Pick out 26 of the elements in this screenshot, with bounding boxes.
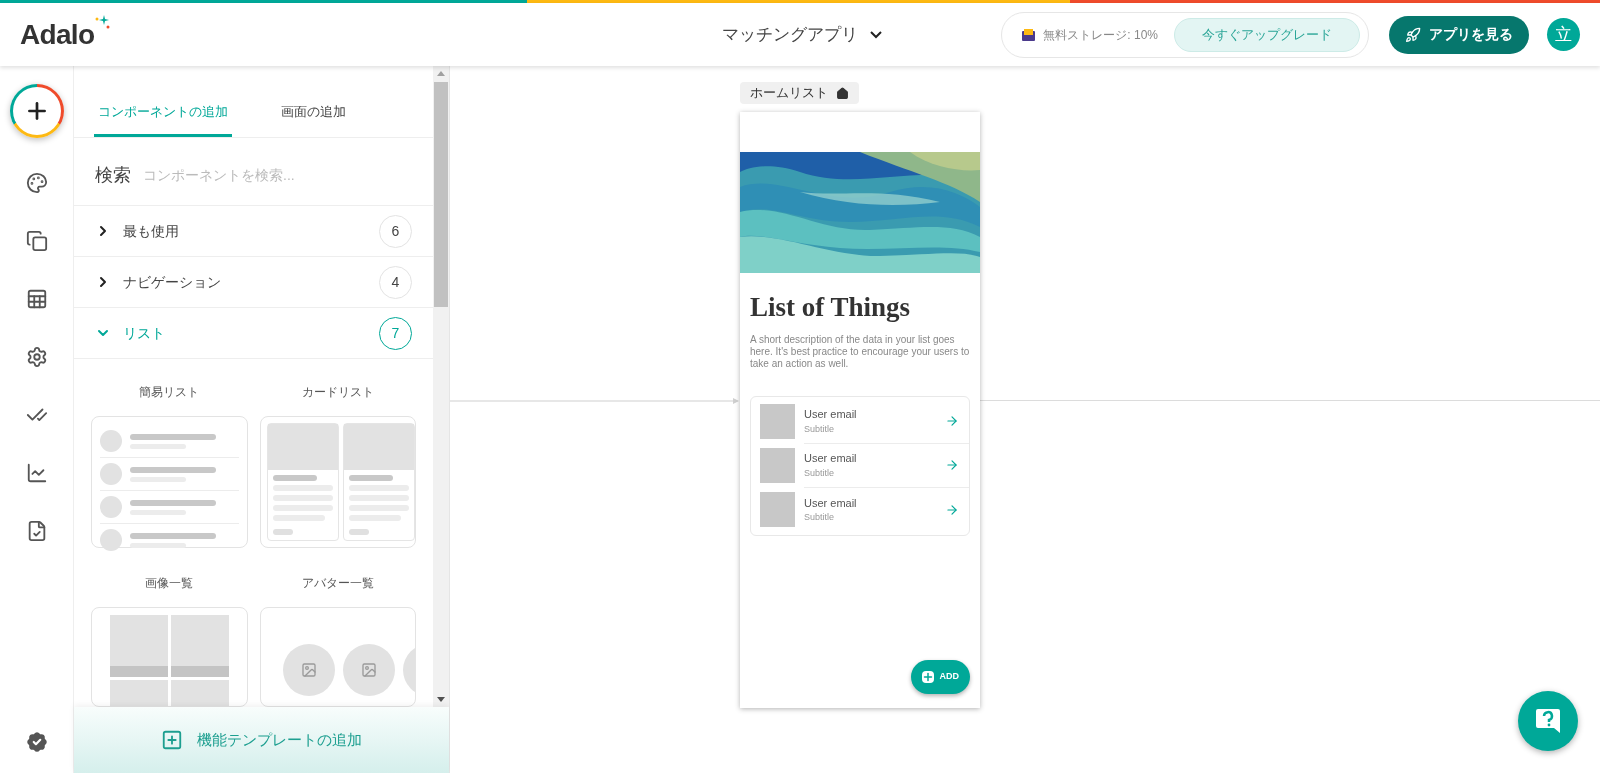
search-field[interactable]: コンポーネントを検索... [143,165,412,186]
item-title: User email [804,451,858,466]
list-item[interactable]: User email Subtitle [751,443,969,488]
logo[interactable]: Adalo [20,20,95,49]
category-label: リスト [123,323,166,343]
category-label: ナビゲーション [123,272,222,292]
item-title: User email [804,407,858,422]
screen-title: List of Things [749,291,912,324]
template-label: 簡易リスト [138,384,201,401]
panel-tab[interactable]: 画面の追加 [244,102,382,137]
screen-label[interactable]: ホームリスト [740,82,859,104]
list-item[interactable]: User email Subtitle [751,399,969,444]
template-label: 画像一覧 [144,575,195,592]
item-title: User email [804,495,858,511]
item-subtitle: Subtitle [804,511,836,524]
storage-label: 無料ストレージ: 10% [1043,26,1158,44]
app-selector[interactable]: マッチングアプリ [722,21,882,48]
list-item[interactable]: User email Subtitle [751,487,969,532]
template-label: カードリスト [300,384,375,401]
category-label: 最も使用 [123,221,180,241]
item-subtitle: Subtitle [804,466,836,480]
item-subtitle: Subtitle [804,422,836,436]
template-label: アバター一覧 [300,575,375,592]
screen-description: A short description of the data in your list goes here. It's best practice to encourage your users to take an action as well. [749,333,971,370]
view-app-button[interactable]: アプリを見る [1389,15,1529,54]
search-label: 検索 [95,164,131,187]
